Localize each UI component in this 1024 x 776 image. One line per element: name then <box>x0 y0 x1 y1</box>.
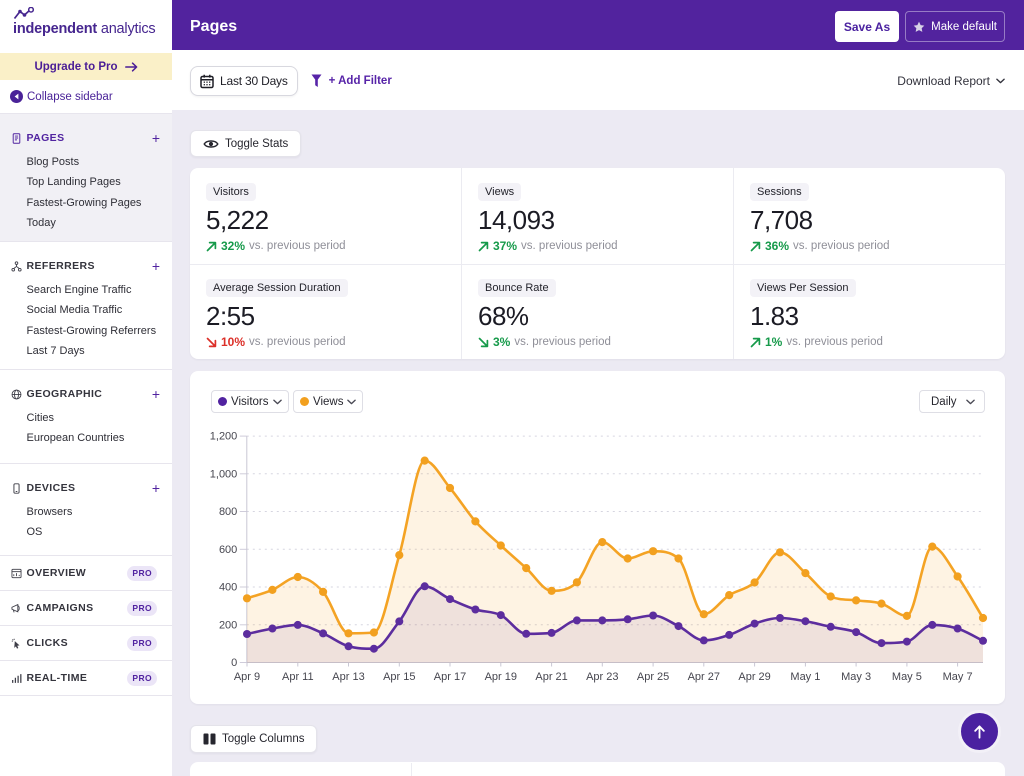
svg-text:0: 0 <box>231 657 237 669</box>
svg-text:May 7: May 7 <box>943 671 973 683</box>
svg-text:400: 400 <box>219 582 237 594</box>
svg-text:Apr 11: Apr 11 <box>282 671 314 683</box>
svg-text:600: 600 <box>219 544 237 556</box>
svg-text:May 1: May 1 <box>790 671 820 683</box>
svg-text:Apr 27: Apr 27 <box>688 671 720 683</box>
svg-text:Apr 9: Apr 9 <box>234 671 260 683</box>
svg-text:800: 800 <box>219 506 237 518</box>
svg-text:Apr 17: Apr 17 <box>434 671 466 683</box>
svg-text:Apr 19: Apr 19 <box>485 671 517 683</box>
svg-text:Apr 29: Apr 29 <box>738 671 770 683</box>
svg-text:1,200: 1,200 <box>210 431 238 443</box>
svg-text:May 5: May 5 <box>892 671 922 683</box>
svg-text:Apr 23: Apr 23 <box>586 671 618 683</box>
svg-text:Apr 15: Apr 15 <box>383 671 415 683</box>
svg-text:1,000: 1,000 <box>210 468 238 480</box>
svg-text:Apr 25: Apr 25 <box>637 671 669 683</box>
svg-text:Apr 13: Apr 13 <box>332 671 364 683</box>
svg-text:Apr 21: Apr 21 <box>535 671 567 683</box>
svg-text:200: 200 <box>219 619 237 631</box>
svg-text:May 3: May 3 <box>841 671 871 683</box>
